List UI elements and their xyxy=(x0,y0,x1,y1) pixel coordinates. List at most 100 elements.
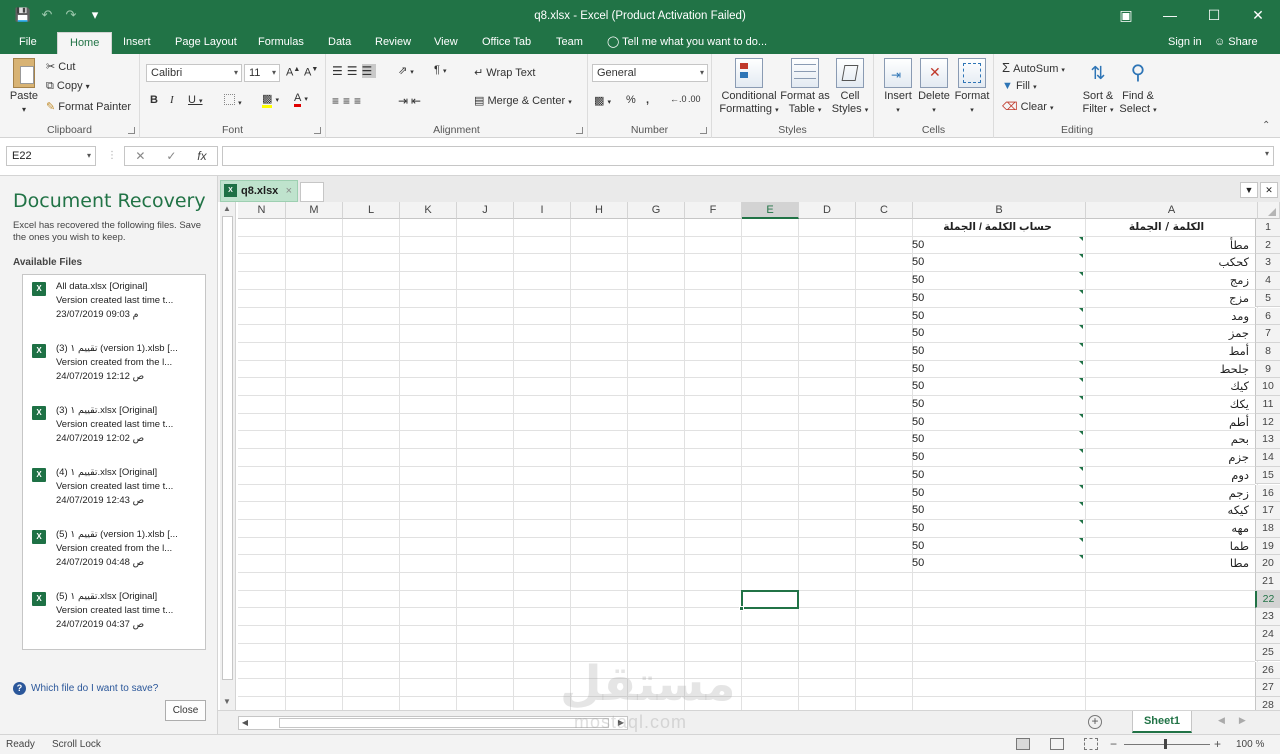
sheet-tab-sheet1[interactable]: Sheet1 xyxy=(1132,711,1192,733)
normal-view-icon[interactable] xyxy=(1016,738,1030,750)
cell-b19[interactable]: 50 xyxy=(910,537,1083,555)
borders-icon[interactable]: ▾ xyxy=(224,94,242,108)
row-header-12[interactable]: 12 xyxy=(1255,413,1280,432)
row-header-9[interactable]: 9 xyxy=(1255,360,1280,379)
recovered-file-item[interactable]: X All data.xlsx [Original] Version creat… xyxy=(23,279,205,339)
number-format-select[interactable]: General ▾ xyxy=(592,64,708,82)
text-direction-icon[interactable]: ¶ ▾ xyxy=(434,64,446,76)
cell-a3[interactable]: كحكب xyxy=(1084,254,1254,271)
cell-a20[interactable]: مطا xyxy=(1084,555,1254,572)
column-header-f[interactable]: F xyxy=(685,202,742,219)
cancel-icon[interactable]: ✕ xyxy=(135,149,145,163)
column-header-a[interactable]: A xyxy=(1086,202,1258,219)
row-header-24[interactable]: 24 xyxy=(1255,626,1280,644)
select-all-corner[interactable] xyxy=(1255,202,1280,219)
row-header-16[interactable]: 16 xyxy=(1255,484,1280,503)
insert-function-icon[interactable]: fx xyxy=(197,149,206,163)
percent-icon[interactable]: % xyxy=(626,94,636,106)
cell-a4[interactable]: زمج xyxy=(1084,272,1254,289)
cell-b18[interactable]: 50 xyxy=(910,519,1083,537)
cell-styles-button[interactable]: Cell Styles ▾ xyxy=(830,58,870,117)
zoom-slider[interactable] xyxy=(1124,744,1210,745)
page-break-view-icon[interactable] xyxy=(1084,738,1098,750)
font-color-icon[interactable]: A ▾ xyxy=(294,92,308,107)
cell-b13[interactable]: 50 xyxy=(910,431,1083,448)
row-header-22[interactable]: 22 xyxy=(1255,590,1280,609)
fill-handle[interactable] xyxy=(739,606,744,612)
page-layout-view-icon[interactable] xyxy=(1050,738,1064,750)
row-header-23[interactable]: 23 xyxy=(1255,608,1280,627)
vertical-scroll-thumb[interactable] xyxy=(222,216,233,680)
close-tab-icon[interactable]: × xyxy=(286,181,292,201)
cell-a9[interactable]: جلحط xyxy=(1084,361,1254,378)
zoom-slider-thumb[interactable] xyxy=(1164,739,1167,749)
row-header-4[interactable]: 4 xyxy=(1255,272,1280,290)
tab-formulas[interactable]: Formulas xyxy=(258,32,304,54)
cell-a6[interactable]: ومد xyxy=(1084,308,1254,325)
enter-icon[interactable]: ✓ xyxy=(166,149,176,163)
wrap-text-button[interactable]: ↵ Wrap Text xyxy=(474,66,535,79)
italic-icon[interactable]: I xyxy=(170,94,174,106)
tab-file[interactable]: File xyxy=(19,32,37,54)
document-tab[interactable]: X q8.xlsx × xyxy=(220,180,298,202)
clipboard-launcher[interactable] xyxy=(128,127,135,134)
row-header-20[interactable]: 20 xyxy=(1255,555,1280,573)
column-header-g[interactable]: G xyxy=(628,202,685,219)
row-header-2[interactable]: 2 xyxy=(1255,236,1280,255)
clear-button[interactable]: ⌫ Clear ▾ xyxy=(1002,100,1054,113)
cell-b4[interactable]: 50 xyxy=(910,272,1083,289)
recovered-file-item[interactable]: X تقييم ١ (3) (version 1).xlsb [... Vers… xyxy=(23,341,205,401)
conditional-formatting-button[interactable]: Conditional Formatting ▾ xyxy=(716,58,782,117)
recovered-file-item[interactable]: X تقييم ١ (5).xlsx [Original] Version cr… xyxy=(23,589,205,649)
cell-a14[interactable]: جزم xyxy=(1084,449,1254,466)
column-header-m[interactable]: M xyxy=(286,202,343,219)
column-header-l[interactable]: L xyxy=(343,202,400,219)
scroll-up-icon[interactable]: ▲ xyxy=(223,204,231,213)
row-header-14[interactable]: 14 xyxy=(1255,449,1280,467)
cut-button[interactable]: ✂ Cut xyxy=(46,60,75,73)
alignment-launcher[interactable] xyxy=(576,127,583,134)
column-header-c[interactable]: C xyxy=(856,202,913,219)
cell-b20[interactable]: 50 xyxy=(910,555,1083,572)
row-header-8[interactable]: 8 xyxy=(1255,342,1280,361)
cell-a7[interactable]: جمز xyxy=(1084,325,1254,342)
row-header-6[interactable]: 6 xyxy=(1255,307,1280,326)
row-header-3[interactable]: 3 xyxy=(1255,254,1280,273)
decrease-font-icon[interactable]: A▼ xyxy=(304,66,318,79)
column-header-n[interactable]: N xyxy=(238,202,286,219)
tab-list-icon[interactable]: ▼ xyxy=(1240,182,1258,198)
format-painter-button[interactable]: ✎ Format Painter xyxy=(46,100,131,113)
cell-a16[interactable]: زجم xyxy=(1084,485,1254,502)
cell-a10[interactable]: كيك xyxy=(1084,378,1254,395)
cell-b12[interactable]: 50 xyxy=(910,413,1083,431)
row-header-19[interactable]: 19 xyxy=(1255,537,1280,556)
new-tab-button[interactable] xyxy=(300,182,324,202)
cell-a5[interactable]: مزج xyxy=(1084,290,1254,307)
font-size-select[interactable]: 11 ▾ xyxy=(244,64,280,82)
row-header-25[interactable]: 25 xyxy=(1255,643,1280,662)
zoom-in-icon[interactable]: + xyxy=(1214,737,1221,751)
name-box[interactable]: E22 ▾ xyxy=(6,146,96,166)
font-name-select[interactable]: Calibri ▾ xyxy=(146,64,242,82)
recovered-file-item[interactable]: X تقييم ١ (4).xlsx [Original] Version cr… xyxy=(23,465,205,525)
paste-button[interactable]: Paste ▾ xyxy=(6,58,42,116)
new-sheet-button[interactable]: + xyxy=(1088,715,1102,729)
column-header-i[interactable]: I xyxy=(514,202,571,219)
cell-a13[interactable]: بحم xyxy=(1084,431,1254,448)
insert-cells-button[interactable]: ⇥ Insert ▾ xyxy=(878,58,918,117)
delete-cells-button[interactable]: ✕ Delete ▾ xyxy=(914,58,954,117)
cell-b5[interactable]: 50 xyxy=(910,289,1083,307)
row-header-5[interactable]: 5 xyxy=(1255,289,1280,308)
cell-a15[interactable]: دوم xyxy=(1084,467,1254,484)
row-header-13[interactable]: 13 xyxy=(1255,431,1280,450)
copy-button[interactable]: ⧉ Copy ▾ xyxy=(46,80,90,93)
cell-b16[interactable]: 50 xyxy=(910,484,1083,502)
tab-team[interactable]: Team xyxy=(556,32,583,54)
fill-color-icon[interactable]: ▩ ▾ xyxy=(262,92,279,108)
orientation-icon[interactable]: ⇗ ▾ xyxy=(398,64,414,77)
tab-review[interactable]: Review xyxy=(375,32,411,54)
sheet-nav-arrows[interactable]: ◀▶ xyxy=(1218,715,1260,726)
ribbon-display-options-icon[interactable]: ▣ xyxy=(1104,0,1148,30)
indent-icons[interactable]: ⇥⇤ xyxy=(398,94,424,108)
column-header-e[interactable]: E xyxy=(742,202,799,219)
